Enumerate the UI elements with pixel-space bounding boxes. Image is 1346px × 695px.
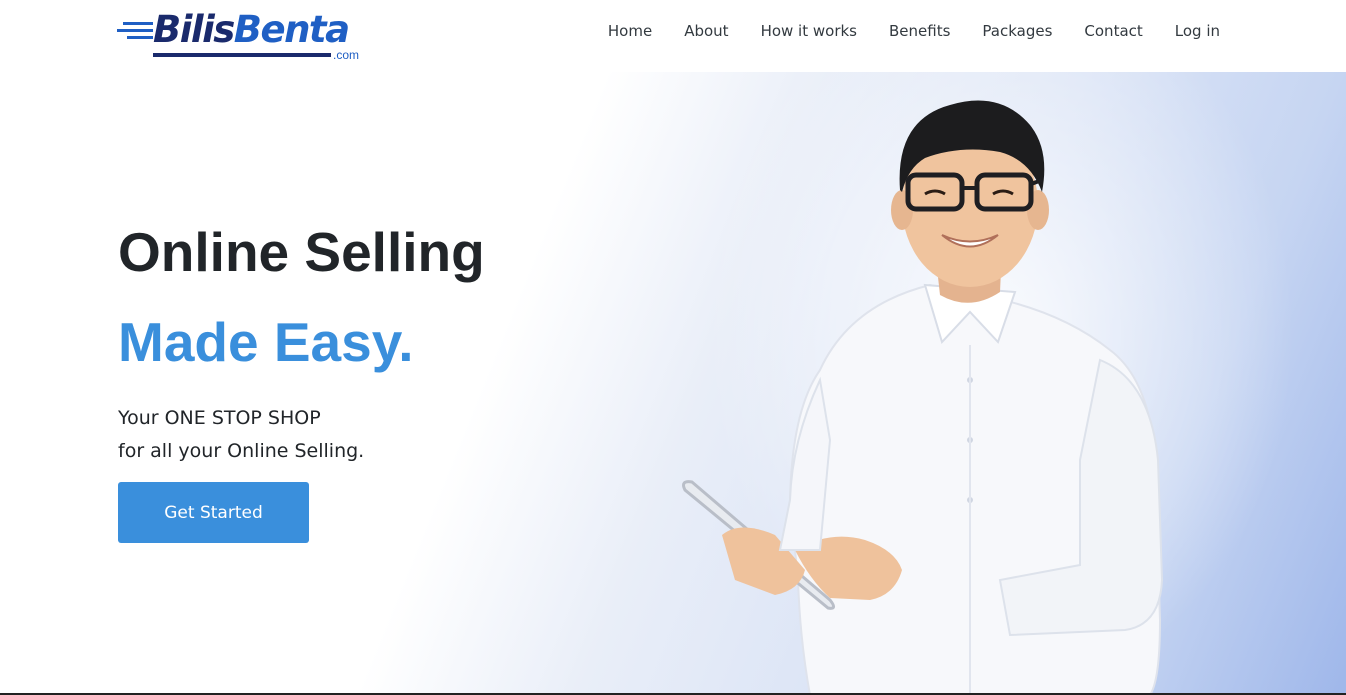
nav-contact[interactable]: Contact bbox=[1084, 20, 1142, 42]
nav-home[interactable]: Home bbox=[608, 20, 652, 42]
main-nav: Home About How it works Benefits Package… bbox=[608, 20, 1220, 42]
nav-about[interactable]: About bbox=[684, 20, 728, 42]
brand-name-part2: Benta bbox=[233, 8, 350, 51]
hero-tagline-line1: Your ONE STOP SHOP bbox=[118, 407, 321, 429]
brand-underline bbox=[153, 53, 331, 57]
hero-tagline: Your ONE STOP SHOP for all your Online S… bbox=[118, 402, 364, 468]
nav-benefits[interactable]: Benefits bbox=[889, 20, 950, 42]
hero-person-image bbox=[682, 100, 1164, 695]
speed-lines-icon bbox=[117, 22, 153, 39]
nav-login[interactable]: Log in bbox=[1175, 20, 1220, 42]
hero-headline-line1: Online Selling bbox=[118, 221, 485, 283]
nav-how-it-works[interactable]: How it works bbox=[761, 20, 857, 42]
nav-packages[interactable]: Packages bbox=[982, 20, 1052, 42]
brand-suffix: .com bbox=[333, 48, 360, 62]
get-started-button[interactable]: Get Started bbox=[118, 482, 309, 543]
brand-wordmark: BilisBenta bbox=[153, 8, 350, 52]
brand-logo[interactable]: BilisBenta .com bbox=[117, 8, 377, 64]
hero-tagline-line2: for all your Online Selling. bbox=[118, 440, 365, 462]
site-header: BilisBenta .com Home About How it works … bbox=[0, 0, 1346, 72]
brand-name-part1: Bilis bbox=[153, 8, 235, 51]
landing-page: BilisBenta .com Home About How it works … bbox=[0, 0, 1346, 695]
hero-headline-line2: Made Easy. bbox=[118, 311, 414, 373]
